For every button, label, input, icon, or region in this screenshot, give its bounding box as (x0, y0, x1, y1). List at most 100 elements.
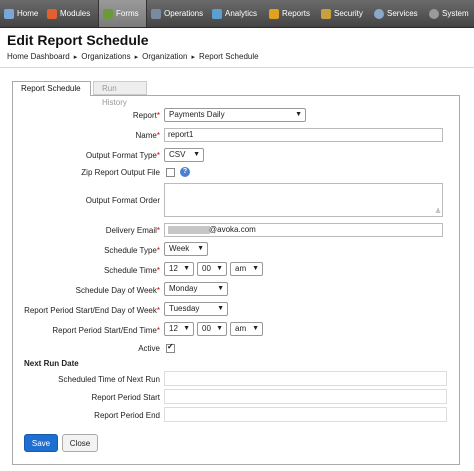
redacted-text (168, 226, 210, 234)
period-end-label: Report Period End (94, 411, 160, 420)
schedule-day-value: Monday (169, 284, 198, 293)
schedule-time-ampm-select[interactable]: am ▼ (230, 262, 263, 276)
nav-reports-label: Reports (282, 9, 311, 18)
output-format-type-value: CSV (169, 150, 186, 159)
schedule-time-minute-value: 00 (202, 264, 211, 273)
name-label: Name* (135, 131, 160, 140)
nav-forms[interactable]: Forms (98, 0, 147, 27)
dropdown-arrow-icon: ▼ (217, 285, 224, 292)
breadcrumb-separator-icon: ▸ (73, 54, 78, 61)
schedule-time-hour-select[interactable]: 12 ▼ (164, 262, 194, 276)
nav-operations[interactable]: Operations (151, 0, 203, 27)
output-format-type-label: Output Format Type* (85, 151, 160, 160)
report-label: Report* (132, 111, 160, 120)
period-day-select[interactable]: Tuesday ▼ (164, 302, 228, 316)
next-run-heading: Next Run Date (24, 359, 79, 368)
breadcrumb-organization[interactable]: Organization (142, 52, 187, 61)
operations-icon (151, 8, 161, 19)
dropdown-arrow-icon: ▼ (197, 245, 204, 252)
dropdown-arrow-icon: ▼ (216, 265, 223, 272)
schedule-time-minute-select[interactable]: 00 ▼ (197, 262, 227, 276)
reports-icon (269, 8, 279, 19)
schedule-day-select[interactable]: Monday ▼ (164, 282, 228, 296)
tab-report-schedule[interactable]: Report Schedule (12, 81, 91, 96)
output-format-type-select[interactable]: CSV ▼ (164, 148, 204, 162)
schedule-time-ampm-value: am (235, 264, 247, 273)
dropdown-arrow-icon: ▼ (193, 151, 200, 158)
report-select-value: Payments Daily (169, 110, 225, 119)
divider (0, 67, 474, 68)
top-nav-bar: Home Modules Forms Operations Analytics … (0, 0, 474, 28)
period-day-label: Report Period Start/End Day of Week* (24, 306, 160, 315)
schedule-time-hour-value: 12 (169, 264, 178, 273)
nav-system[interactable]: System (429, 0, 469, 27)
delivery-email-label: Delivery Email* (105, 226, 160, 235)
analytics-icon (212, 8, 222, 19)
zip-report-checkbox[interactable] (166, 168, 175, 177)
report-select[interactable]: Payments Daily ▼ (164, 108, 306, 122)
active-label: Active (138, 344, 160, 353)
period-day-value: Tuesday (169, 304, 200, 313)
scheduled-time-label: Scheduled Time of Next Run (58, 375, 160, 384)
nav-modules-label: Modules (60, 9, 91, 18)
period-time-ampm-select[interactable]: am ▼ (230, 322, 263, 336)
nav-security-label: Security (334, 9, 363, 18)
nav-operations-label: Operations (164, 9, 204, 18)
save-button[interactable]: Save (24, 434, 58, 452)
nav-security[interactable]: Security (321, 0, 363, 27)
scheduled-time-field (164, 371, 447, 386)
zip-report-label: Zip Report Output File (81, 168, 160, 177)
dropdown-arrow-icon: ▼ (252, 265, 259, 272)
period-time-hour-value: 12 (169, 324, 178, 333)
breadcrumb-organizations[interactable]: Organizations (81, 52, 130, 61)
period-time-label: Report Period Start/End Time* (52, 326, 160, 335)
period-start-field (164, 389, 447, 404)
security-icon (321, 8, 331, 19)
breadcrumb-current: Report Schedule (198, 52, 259, 61)
delivery-email-input[interactable]: @avoka.com (164, 223, 443, 237)
period-time-ampm-value: am (235, 324, 247, 333)
nav-services-label: Services (387, 9, 418, 18)
help-icon[interactable]: ? (180, 167, 190, 177)
schedule-type-value: Week (169, 244, 190, 253)
nav-analytics[interactable]: Analytics (212, 0, 257, 27)
close-button[interactable]: Close (62, 434, 98, 452)
dropdown-arrow-icon: ▼ (252, 325, 259, 332)
tab-run-history[interactable]: Run History (93, 81, 147, 107)
period-start-label: Report Period Start (91, 393, 160, 402)
nav-home[interactable]: Home (4, 0, 38, 27)
period-end-field (164, 407, 447, 422)
nav-modules[interactable]: Modules (47, 0, 90, 27)
dropdown-arrow-icon: ▼ (217, 305, 224, 312)
name-input[interactable]: report1 (164, 128, 443, 142)
resize-grip-icon[interactable]: ≜ (435, 208, 441, 216)
nav-reports[interactable]: Reports (269, 0, 310, 27)
dropdown-arrow-icon: ▼ (295, 111, 302, 118)
services-icon (374, 8, 384, 19)
schedule-type-label: Schedule Type* (104, 246, 160, 255)
delivery-email-value: @avoka.com (209, 225, 256, 234)
home-icon (4, 8, 14, 19)
schedule-time-label: Schedule Time* (103, 266, 160, 275)
nav-forms-label: Forms (116, 9, 139, 18)
nav-analytics-label: Analytics (225, 9, 258, 18)
output-format-order-textarea[interactable]: ≜ (164, 183, 443, 217)
active-checkbox[interactable] (166, 342, 175, 353)
nav-system-label: System (442, 9, 469, 18)
nav-services[interactable]: Services (374, 0, 418, 27)
breadcrumb-separator-icon: ▸ (134, 54, 139, 61)
breadcrumb-separator-icon: ▸ (191, 54, 195, 61)
period-time-hour-select[interactable]: 12 ▼ (164, 322, 194, 336)
output-format-order-label: Output Format Order (85, 196, 160, 205)
dropdown-arrow-icon: ▼ (183, 325, 190, 332)
system-icon (429, 8, 439, 19)
forms-icon (103, 8, 113, 19)
breadcrumb-home[interactable]: Home Dashboard (7, 52, 70, 61)
page-title: Edit Report Schedule (7, 32, 149, 48)
schedule-day-label: Schedule Day of Week* (75, 286, 160, 295)
schedule-type-select[interactable]: Week ▼ (164, 242, 208, 256)
modules-icon (47, 8, 57, 19)
nav-home-label: Home (17, 9, 39, 18)
dropdown-arrow-icon: ▼ (183, 265, 190, 272)
period-time-minute-select[interactable]: 00 ▼ (197, 322, 227, 336)
